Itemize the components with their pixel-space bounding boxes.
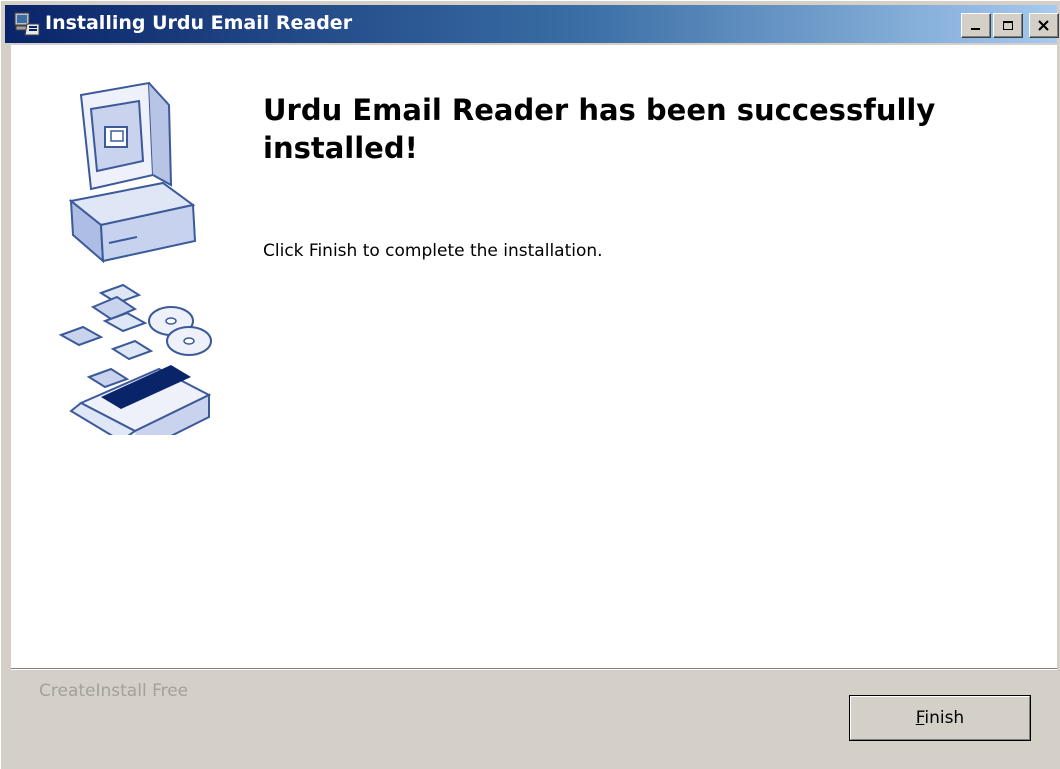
finish-button-label: Finish — [915, 708, 965, 728]
maximize-icon — [1003, 20, 1013, 30]
minimize-button[interactable] — [961, 13, 991, 38]
finish-button[interactable]: Finish — [849, 695, 1031, 741]
installer-icon — [14, 12, 40, 36]
title-bar[interactable]: Installing Urdu Email Reader — [5, 5, 1059, 43]
instruction-text: Click Finish to complete the installatio… — [263, 241, 603, 261]
close-button[interactable] — [1029, 13, 1059, 38]
footer-divider-highlight — [11, 669, 1057, 670]
minimize-icon — [971, 27, 980, 30]
brand-label: CreateInstall Free — [39, 681, 189, 701]
window-title: Installing Urdu Email Reader — [45, 12, 353, 34]
page-title: Urdu Email Reader has been successfully … — [263, 93, 936, 165]
close-icon — [1038, 19, 1049, 31]
installer-window: Installing Urdu Email Reader Urdu Email … — [0, 0, 1060, 769]
installer-computer-disks-box-illustration — [58, 81, 212, 435]
maximize-button[interactable] — [993, 13, 1023, 38]
wizard-content: Urdu Email Reader has been successfully … — [11, 45, 1057, 668]
